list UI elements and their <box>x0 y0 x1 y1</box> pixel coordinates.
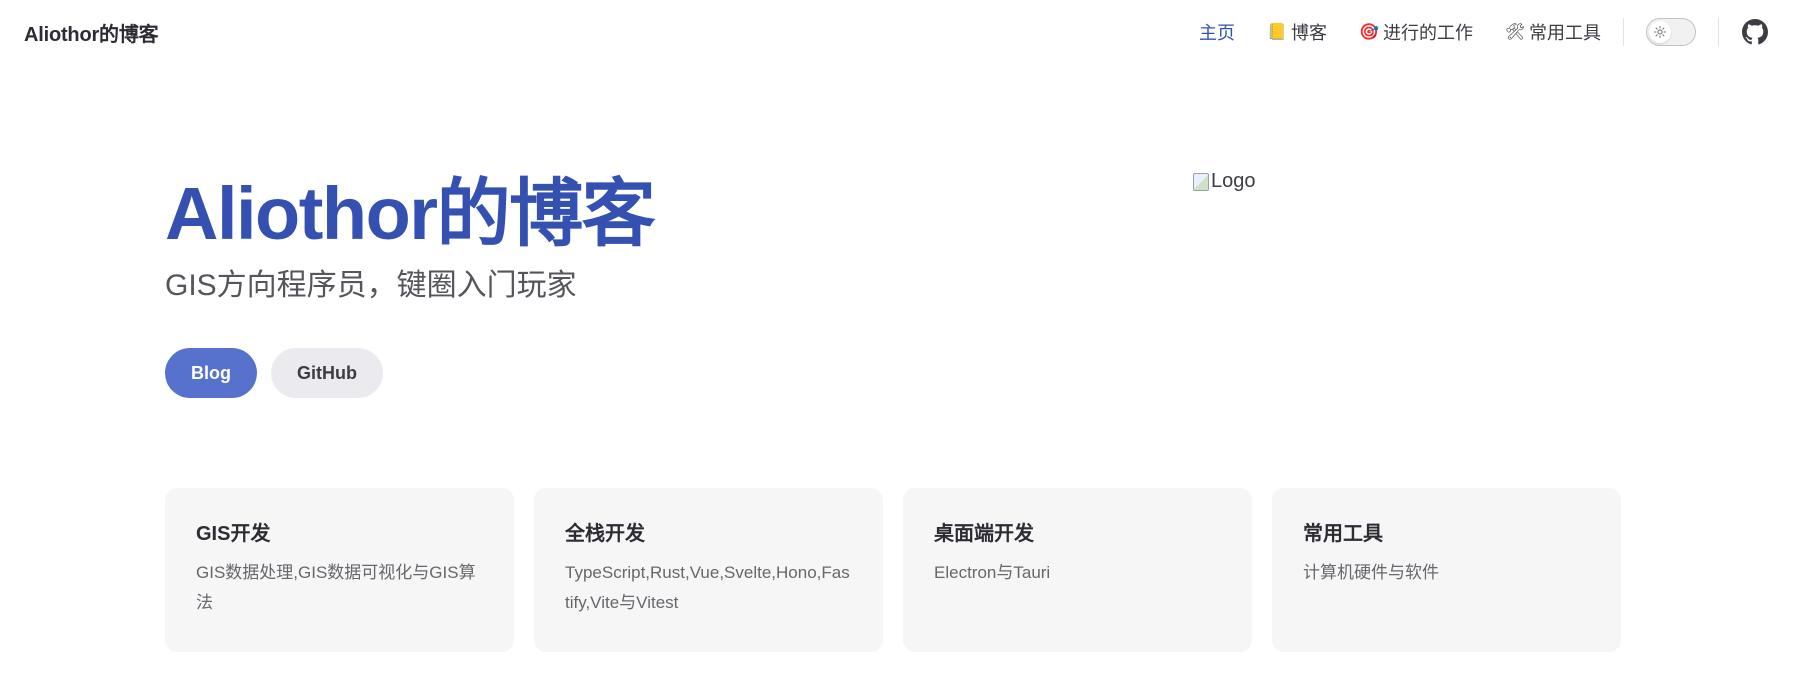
feature-card-fullstack: 全栈开发 TypeScript,Rust,Vue,Svelte,Hono,Fas… <box>534 488 883 652</box>
theme-toggle[interactable] <box>1646 18 1696 46</box>
feature-card-desktop: 桌面端开发 Electron与Tauri <box>903 488 1252 652</box>
blog-button[interactable]: Blog <box>165 348 257 398</box>
nav-link-work[interactable]: 🎯 进行的工作 <box>1359 19 1473 45</box>
feature-title: GIS开发 <box>196 523 271 545</box>
tools-icon: 🛠 <box>1505 24 1526 41</box>
hero-tagline: GIS方向程序员，键圈入门玩家 <box>165 269 577 302</box>
feature-details: 计算机硬件与软件 <box>1303 563 1439 582</box>
nav-links: 主页 📒 博客 🎯 进行的工作 🛠 常用工具 <box>1199 19 1601 45</box>
nav-link-blog[interactable]: 📒 博客 <box>1267 19 1327 45</box>
feature-title: 全栈开发 <box>565 523 645 545</box>
hero-name: Aliothor的博客 <box>165 172 656 255</box>
hero: Aliothor的博客 GIS方向程序员，键圈入门玩家 Blog GitHub <box>165 170 656 398</box>
feature-details: Electron与Tauri <box>934 563 1051 582</box>
feature-title: 常用工具 <box>1303 523 1383 545</box>
nav-divider-2 <box>1718 18 1719 46</box>
nav-link-blog-label: 博客 <box>1291 23 1327 43</box>
feature-card-gis: GIS开发 GIS数据处理,GIS数据可视化与GIS算法 <box>165 488 514 652</box>
hero-logo-alt: Logo <box>1211 170 1256 192</box>
feature-card-tools: 常用工具 计算机硬件与软件 <box>1272 488 1621 652</box>
nav-link-home-label: 主页 <box>1199 23 1235 43</box>
nav-link-tools-label: 常用工具 <box>1529 23 1601 43</box>
github-button[interactable]: GitHub <box>271 348 383 398</box>
sun-icon <box>1649 21 1671 43</box>
target-icon: 🎯 <box>1359 24 1379 41</box>
top-navbar: Aliothor的博客 主页 📒 博客 🎯 进行的工作 🛠 常用工具 <box>0 0 1793 64</box>
feature-title: 桌面端开发 <box>934 523 1034 545</box>
feature-details: GIS数据处理,GIS数据可视化与GIS算法 <box>196 563 476 612</box>
nav-link-work-label: 进行的工作 <box>1383 23 1473 43</box>
nav-link-home[interactable]: 主页 <box>1199 19 1235 45</box>
nav-link-tools[interactable]: 🛠 常用工具 <box>1505 19 1601 45</box>
github-icon[interactable] <box>1741 18 1769 46</box>
broken-image-icon <box>1193 172 1209 191</box>
feature-details: TypeScript,Rust,Vue,Svelte,Hono,Fastify,… <box>565 563 850 612</box>
features: GIS开发 GIS数据处理,GIS数据可视化与GIS算法 全栈开发 TypeSc… <box>165 488 1621 652</box>
hero-logo-image: Logo <box>1193 170 1256 193</box>
notebook-icon: 📒 <box>1267 24 1287 41</box>
site-title[interactable]: Aliothor的博客 <box>24 18 159 47</box>
nav-right: 主页 📒 博客 🎯 进行的工作 🛠 常用工具 <box>1199 0 1769 64</box>
hero-actions: Blog GitHub <box>165 348 654 398</box>
nav-divider <box>1623 18 1624 46</box>
